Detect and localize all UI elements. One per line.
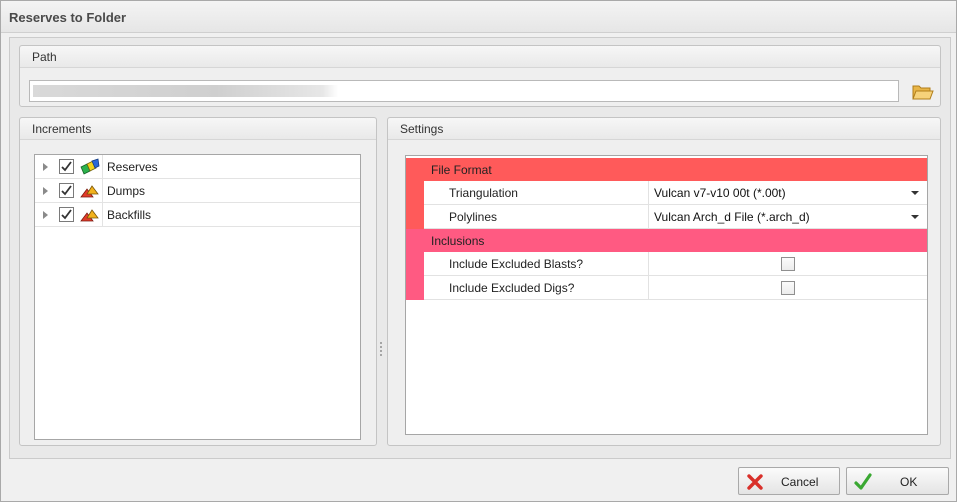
dropdown-arrow-icon[interactable]: [911, 215, 919, 219]
tree-divider: [102, 179, 103, 203]
checkmark-icon: [853, 472, 873, 492]
settings-group: Settings File Format Triangulation Vulca…: [387, 117, 941, 446]
path-value-redacted: [33, 85, 338, 97]
property-row-include-excluded-digs[interactable]: Include Excluded Digs?: [424, 276, 927, 300]
tree-divider: [102, 203, 103, 227]
dropdown-arrow-icon[interactable]: [911, 191, 919, 195]
property-name: Triangulation: [449, 186, 518, 200]
path-group-title: Path: [32, 50, 57, 64]
dialog-body: Path Increments Reserves Dumps Backfills…: [9, 37, 951, 459]
property-divider: [648, 181, 649, 205]
tree-row-reserves[interactable]: Reserves: [35, 155, 360, 179]
tree-divider: [102, 155, 103, 179]
folder-open-icon[interactable]: [912, 83, 934, 101]
tree-label-dumps: Dumps: [107, 184, 146, 198]
cancel-x-icon: [745, 472, 765, 492]
triangulation-value[interactable]: Vulcan v7-v10 00t (*.00t): [654, 186, 786, 200]
dialog-window: Reserves to Folder Path Increments Reser…: [0, 0, 957, 502]
expand-arrow-icon[interactable]: [43, 211, 48, 219]
backfills-icon: [80, 206, 100, 223]
path-group-header: Path: [20, 46, 940, 68]
category-label: Inclusions: [431, 234, 485, 248]
ok-button-label: OK: [900, 475, 918, 489]
tree-label-backfills: Backfills: [107, 208, 152, 222]
property-name: Include Excluded Blasts?: [449, 257, 584, 271]
dialog-title: Reserves to Folder: [9, 10, 127, 25]
splitter-grip[interactable]: [380, 342, 383, 360]
category-file-format[interactable]: File Format: [406, 158, 927, 181]
settings-group-title: Settings: [400, 122, 444, 136]
polylines-value[interactable]: Vulcan Arch_d File (*.arch_d): [654, 210, 810, 224]
category-indent-bar: [406, 181, 424, 229]
title-bar: Reserves to Folder: [1, 1, 956, 33]
tree-row-backfills[interactable]: Backfills: [35, 203, 360, 227]
tree-row-dumps[interactable]: Dumps: [35, 179, 360, 203]
category-inclusions[interactable]: Inclusions: [406, 229, 927, 252]
increments-group-title: Increments: [32, 122, 92, 136]
property-divider: [648, 252, 649, 276]
property-divider: [648, 205, 649, 229]
reserves-checkbox[interactable]: [59, 159, 74, 174]
property-row-polylines[interactable]: Polylines Vulcan Arch_d File (*.arch_d): [424, 205, 927, 229]
dumps-icon: [80, 182, 100, 199]
category-label: File Format: [431, 163, 492, 177]
settings-property-grid: File Format Triangulation Vulcan v7-v10 …: [405, 155, 928, 435]
cancel-button-label: Cancel: [781, 475, 819, 489]
reserves-icon: [80, 158, 100, 175]
tree-label-reserves: Reserves: [107, 160, 158, 174]
path-group: Path: [19, 45, 941, 107]
expand-arrow-icon[interactable]: [43, 163, 48, 171]
increments-tree: Reserves Dumps Backfills: [34, 154, 361, 440]
cancel-button[interactable]: Cancel: [738, 467, 840, 495]
settings-group-header: Settings: [388, 118, 940, 140]
backfills-checkbox[interactable]: [59, 207, 74, 222]
increments-group-header: Increments: [20, 118, 376, 140]
increments-group: Increments Reserves Dumps Backfills: [19, 117, 377, 446]
dumps-checkbox[interactable]: [59, 183, 74, 198]
include-excluded-blasts-checkbox[interactable]: [781, 257, 795, 271]
property-row-include-excluded-blasts[interactable]: Include Excluded Blasts?: [424, 252, 927, 276]
property-name: Include Excluded Digs?: [449, 281, 575, 295]
property-divider: [648, 276, 649, 300]
category-indent-bar: [406, 252, 424, 300]
ok-button[interactable]: OK: [846, 467, 949, 495]
property-row-triangulation[interactable]: Triangulation Vulcan v7-v10 00t (*.00t): [424, 181, 927, 205]
property-name: Polylines: [449, 210, 498, 224]
expand-arrow-icon[interactable]: [43, 187, 48, 195]
include-excluded-digs-checkbox[interactable]: [781, 281, 795, 295]
path-input[interactable]: [29, 80, 899, 102]
